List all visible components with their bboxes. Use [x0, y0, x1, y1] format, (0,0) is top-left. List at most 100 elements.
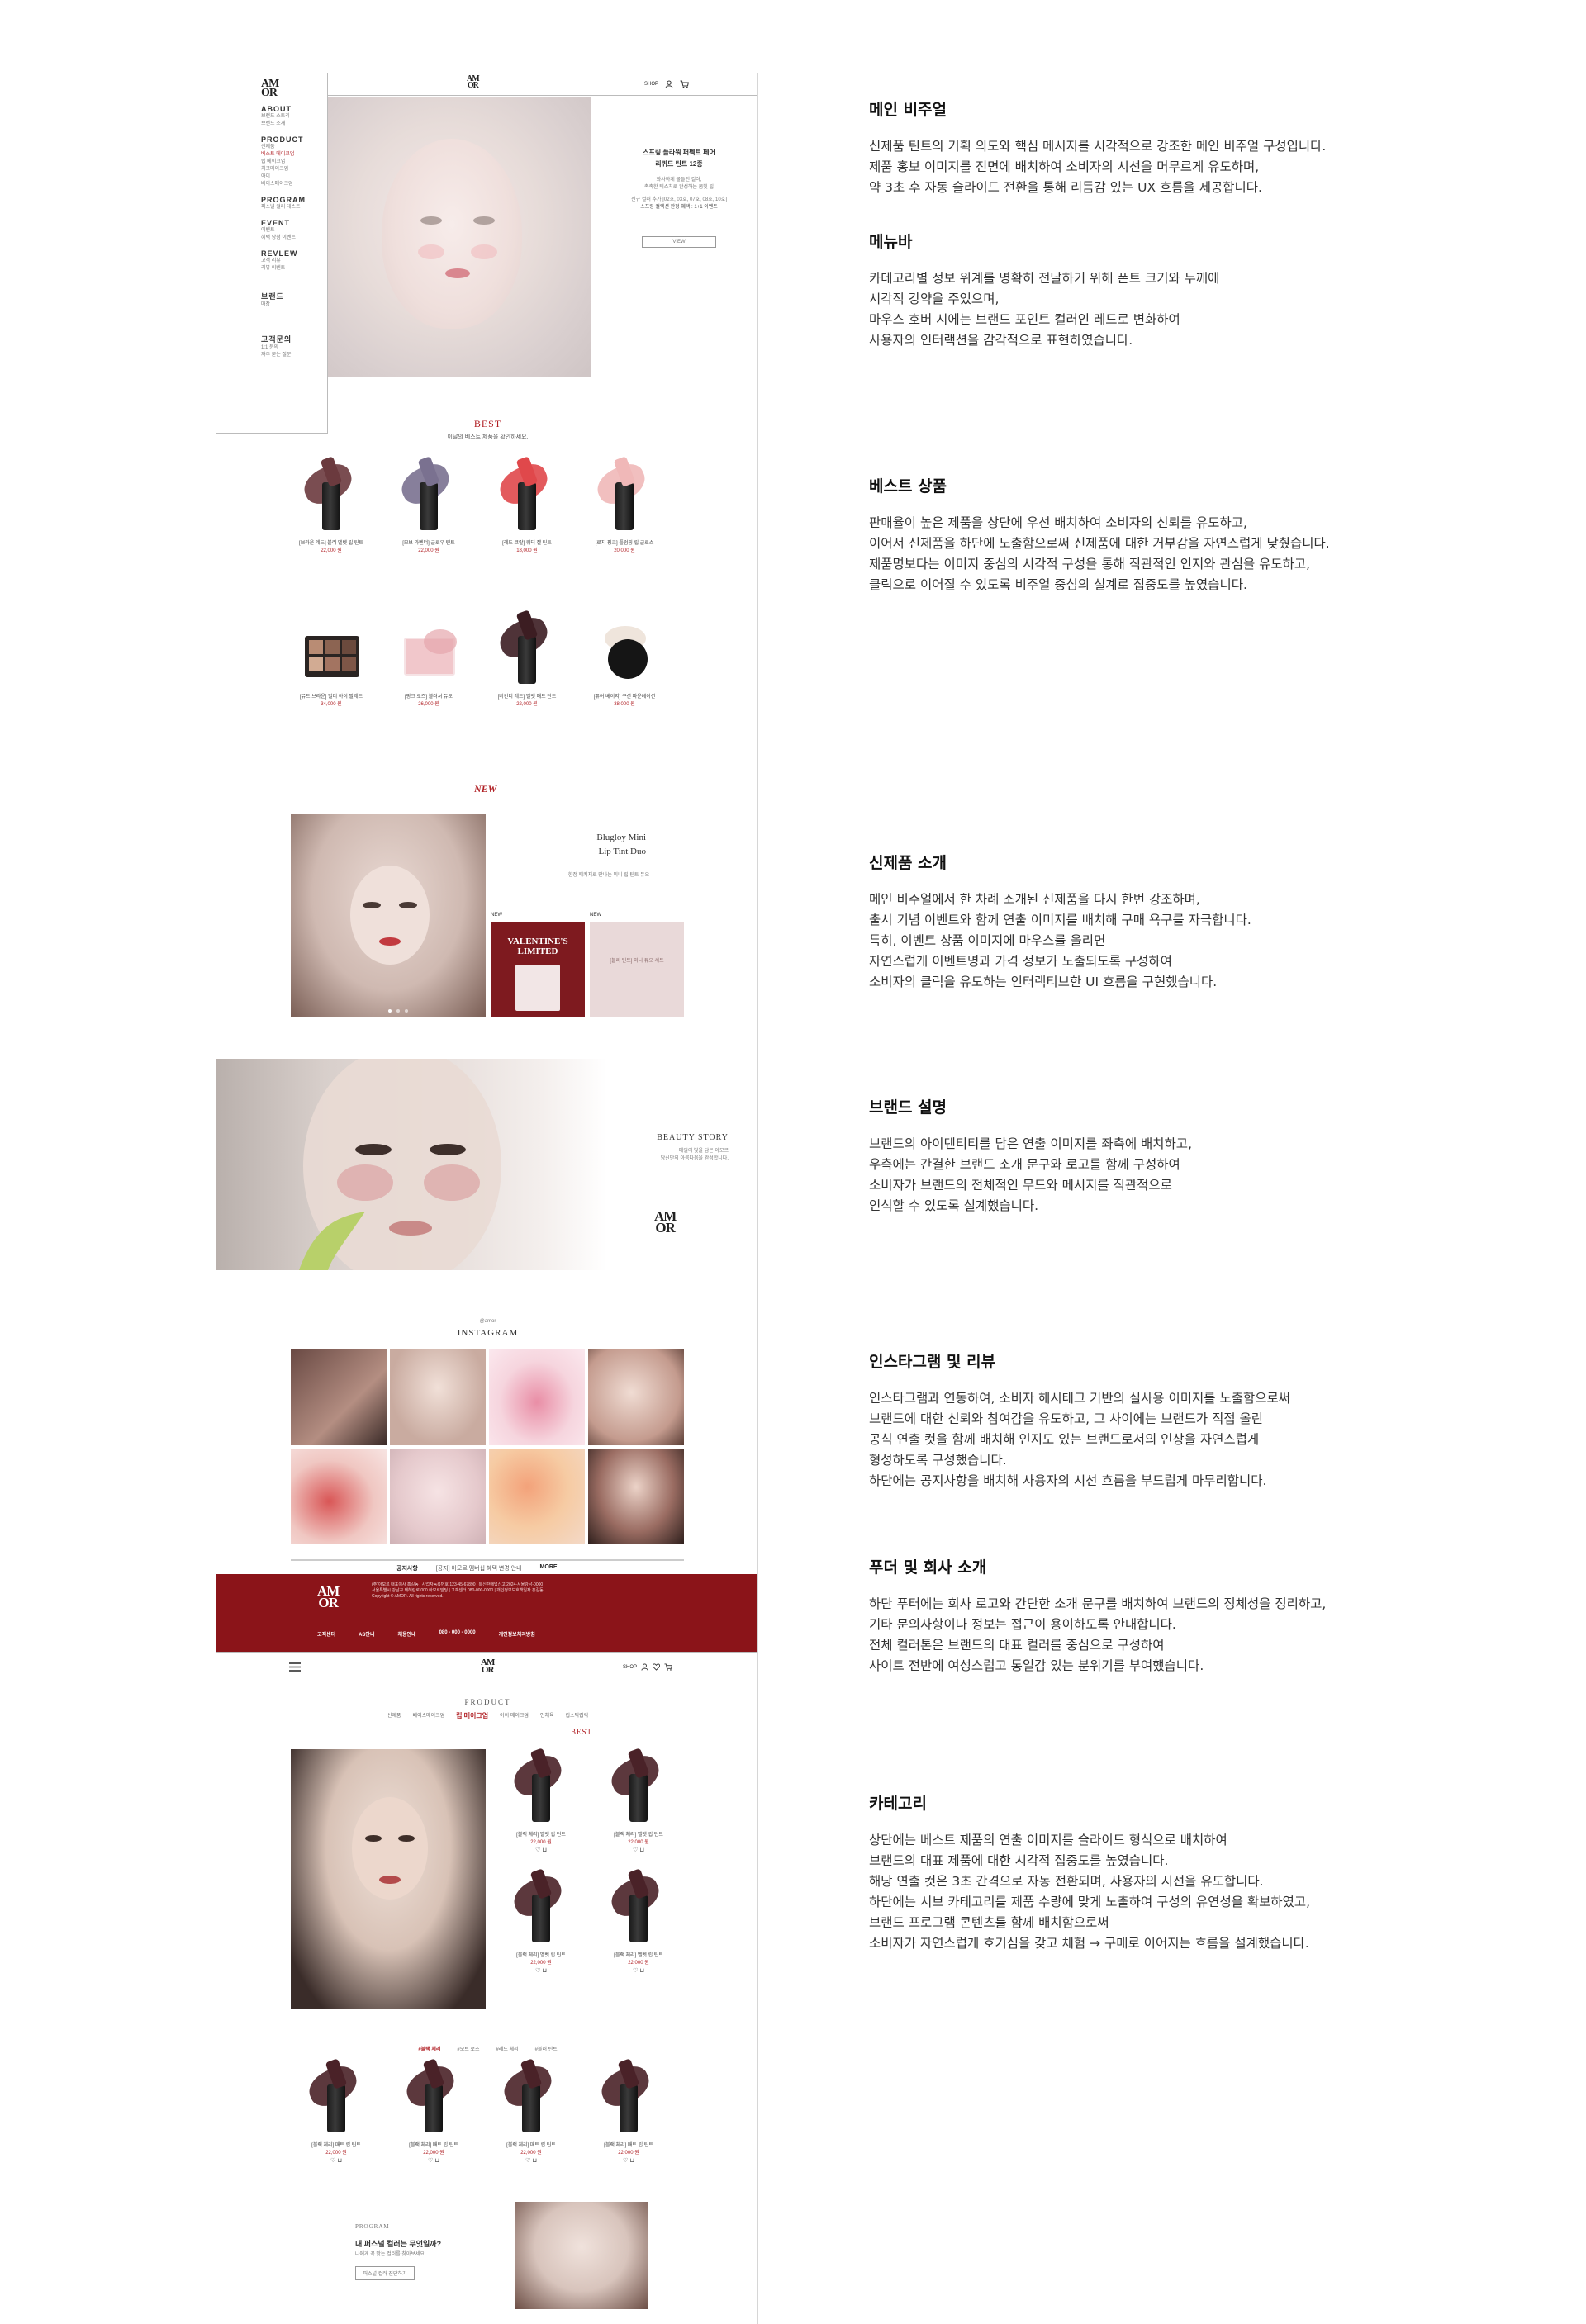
category-tab[interactable]: 신제품 — [387, 1711, 401, 1720]
product-card[interactable]: [블랙 체리] 매트 립 틴트 22,000 원 ♡ ⊔ — [396, 2058, 471, 2164]
product-image[interactable] — [508, 1748, 574, 1827]
side-menu-category[interactable]: 브랜드 — [261, 291, 327, 301]
product-card[interactable]: [모브 라벤더] 글로우 틴트 22,000 원 — [392, 456, 466, 555]
instagram-post[interactable] — [489, 1349, 585, 1445]
category-logo[interactable]: AM OR — [481, 1658, 495, 1675]
user-icon[interactable] — [641, 1663, 648, 1671]
side-menu-subitem[interactable]: 브랜드 소개 — [261, 121, 327, 128]
side-menu-subitem[interactable]: 브랜드 스토리 — [261, 113, 327, 121]
product-image[interactable] — [498, 2058, 564, 2137]
instagram-post[interactable] — [390, 1349, 486, 1445]
product-image[interactable] — [396, 614, 462, 689]
footer-logo[interactable]: AM OR — [317, 1584, 340, 1610]
footer-link[interactable]: 채용안내 — [397, 1630, 415, 1638]
new-slider-dots[interactable] — [388, 1009, 408, 1013]
footer-link[interactable]: 080 - 000 - 0000 — [439, 1630, 476, 1638]
side-menu-category[interactable]: 고객문의 — [261, 334, 327, 344]
program-model-image[interactable] — [515, 2202, 648, 2309]
side-menu-logo[interactable]: AM OR — [261, 78, 286, 98]
product-image[interactable] — [298, 614, 364, 689]
side-menu-category[interactable]: EVENT — [261, 219, 327, 227]
product-image[interactable] — [605, 1868, 672, 1947]
user-icon[interactable] — [665, 80, 673, 88]
footer-link[interactable]: 개인정보처리방침 — [499, 1630, 535, 1638]
wishlist-cart-icons[interactable]: ♡ ⊔ — [601, 1847, 676, 1853]
side-menu-category[interactable]: REVLEW — [261, 249, 327, 258]
product-card[interactable]: [블랙 체리] 벨벳 립 틴트 22,000 원 ♡ ⊔ — [504, 1748, 578, 1853]
category-tab[interactable]: 립 메이크업 — [456, 1711, 488, 1720]
filter-tag[interactable]: #블랙 체리 — [418, 2045, 440, 2052]
instagram-post[interactable] — [291, 1349, 387, 1445]
wishlist-cart-icons[interactable]: ♡ ⊔ — [299, 2157, 373, 2164]
side-menu-category[interactable]: PROGRAM — [261, 196, 327, 204]
notice-more-link[interactable]: MORE — [540, 1564, 558, 1572]
side-menu-subitem[interactable]: 혜택 당첨 이벤트 — [261, 235, 327, 242]
hero-view-button[interactable]: VIEW — [642, 236, 716, 248]
instagram-post[interactable] — [588, 1349, 684, 1445]
wishlist-cart-icons[interactable]: ♡ ⊔ — [494, 2157, 568, 2164]
category-tab[interactable]: 인체육 — [540, 1711, 554, 1720]
filter-tag[interactable]: #레드 체리 — [496, 2045, 519, 2052]
product-card[interactable]: [블랙 체리] 벨벳 립 틴트 22,000 원 ♡ ⊔ — [601, 1868, 676, 1974]
valentine-event-card[interactable]: VALENTINE'S LIMITED — [491, 922, 585, 1017]
category-shop-link[interactable]: SHOP — [623, 1665, 637, 1670]
product-card[interactable]: [블랙 체리] 벨벳 립 틴트 22,000 원 ♡ ⊔ — [601, 1748, 676, 1853]
product-card[interactable]: [퓨어 베이지] 쿠션 파운데이션 38,000 원 — [587, 614, 662, 709]
program-button[interactable]: 퍼스널 컬러 진단하기 — [355, 2266, 415, 2280]
side-menu-subitem[interactable]: 고객 리뷰 — [261, 258, 327, 265]
instagram-post[interactable] — [291, 1449, 387, 1544]
product-card[interactable]: [레드 코랄] 워터 젤 틴트 18,000 원 — [490, 456, 564, 555]
cart-icon[interactable] — [664, 1663, 672, 1671]
side-menu-subitem[interactable]: 치크메이크업 — [261, 166, 327, 173]
wishlist-cart-icons[interactable]: ♡ ⊔ — [396, 2157, 471, 2164]
side-menu-subitem[interactable]: 립 메이크업 — [261, 159, 327, 166]
shop-link[interactable]: SHOP — [644, 82, 658, 87]
product-image[interactable] — [605, 1748, 672, 1827]
product-image[interactable] — [591, 456, 658, 535]
side-menu-subitem[interactable]: 이벤트 — [261, 227, 327, 235]
category-tab[interactable]: 립스틱립릭 — [565, 1711, 588, 1720]
footer-link[interactable]: AS안내 — [359, 1630, 374, 1638]
category-tab[interactable]: 아이 메이크업 — [500, 1711, 529, 1720]
instagram-post[interactable] — [588, 1449, 684, 1544]
instagram-post[interactable] — [489, 1449, 585, 1544]
product-image[interactable] — [494, 456, 560, 535]
category-tab[interactable]: 베이스메이크업 — [412, 1711, 444, 1720]
side-menu-category[interactable]: PRODUCT — [261, 135, 327, 144]
product-card[interactable]: [버건디 레드] 벨벳 매트 틴트 22,000 원 — [490, 609, 564, 709]
instagram-post[interactable] — [390, 1449, 486, 1544]
product-image[interactable] — [596, 2058, 662, 2137]
notice-text[interactable]: [공지] 아모르 멤버십 혜택 변경 안내 — [436, 1564, 522, 1572]
cart-icon[interactable] — [680, 80, 689, 88]
product-card[interactable]: [로지 핑크] 플럼핑 립 글로스 20,000 원 — [587, 456, 662, 555]
product-image[interactable] — [396, 456, 462, 535]
product-image[interactable] — [591, 614, 658, 689]
side-menu-subitem[interactable]: 퍼스널 컬러 테스트 — [261, 204, 327, 211]
footer-link[interactable]: 고객센터 — [317, 1630, 335, 1638]
side-menu-subitem[interactable]: 베이스메이크업 — [261, 181, 327, 188]
wishlist-cart-icons[interactable]: ♡ ⊔ — [591, 2157, 666, 2164]
mini-duo-event-card[interactable]: [블러 틴트] 미니 듀오 세트 — [590, 922, 684, 1017]
wishlist-cart-icons[interactable]: ♡ ⊔ — [504, 1847, 578, 1853]
side-menu-subitem[interactable]: 신제품 — [261, 144, 327, 151]
side-menu-subitem[interactable]: 베스트 메이크업 — [261, 151, 327, 159]
side-menu-subitem[interactable]: 매장 — [261, 301, 327, 309]
product-image[interactable] — [508, 1868, 574, 1947]
filter-tag[interactable]: #모브 로즈 — [457, 2045, 479, 2052]
heart-icon[interactable] — [653, 1663, 661, 1671]
side-menu-subitem[interactable]: 리뷰 이벤트 — [261, 265, 327, 273]
product-image[interactable] — [401, 2058, 467, 2137]
wishlist-cart-icons[interactable]: ♡ ⊔ — [601, 1967, 676, 1974]
product-image[interactable] — [494, 609, 560, 689]
product-card[interactable]: [블랙 체리] 매트 립 틴트 22,000 원 ♡ ⊔ — [494, 2058, 568, 2164]
filter-tag[interactable]: #블러 틴트 — [535, 2045, 558, 2052]
product-card[interactable]: [블랙 체리] 매트 립 틴트 22,000 원 ♡ ⊔ — [299, 2058, 373, 2164]
product-image[interactable] — [298, 456, 364, 535]
product-card[interactable]: [핑크 로즈] 블러셔 듀오 26,000 원 — [392, 614, 466, 709]
product-card[interactable]: [블랙 체리] 벨벳 립 틴트 22,000 원 ♡ ⊔ — [504, 1868, 578, 1974]
product-image[interactable] — [303, 2058, 369, 2137]
product-card[interactable]: [뮤트 브라운] 멀티 아이 팔레트 34,000 원 — [294, 614, 368, 709]
product-card[interactable]: [블랙 체리] 매트 립 틴트 22,000 원 ♡ ⊔ — [591, 2058, 666, 2164]
side-menu-subitem[interactable]: 1:1 문의 — [261, 344, 327, 352]
top-logo[interactable]: AM OR — [467, 75, 480, 90]
